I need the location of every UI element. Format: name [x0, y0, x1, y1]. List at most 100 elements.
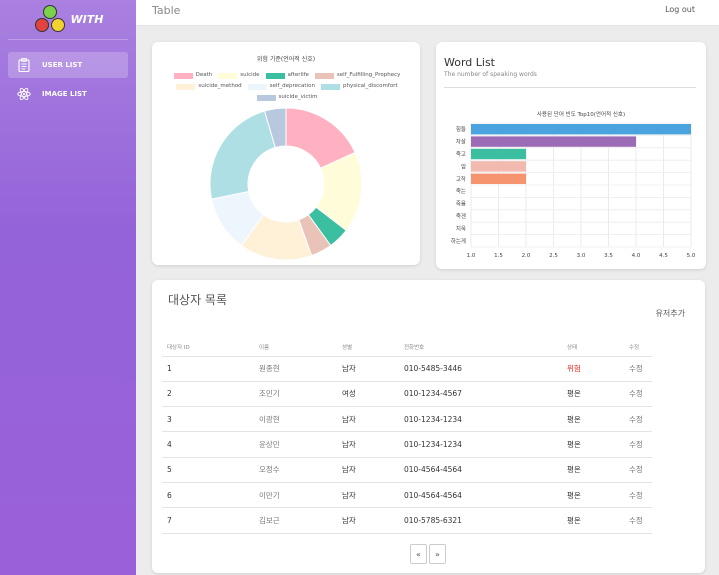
- cell-edit[interactable]: 수정: [624, 482, 652, 509]
- bar[interactable]: [471, 148, 526, 160]
- table-row: 6 이만기 남자 010-4564-4564 평온 수정: [162, 482, 652, 509]
- cell-edit[interactable]: 수정: [624, 507, 652, 534]
- table-row: 1 원종현 남자 010-5485-3446 위험 수정: [162, 356, 652, 382]
- cell-name: 윤상민: [254, 431, 337, 458]
- clipboard-icon: [16, 57, 32, 73]
- cell-phone: 010-4564-4564: [399, 457, 562, 483]
- logo[interactable]: WITH: [8, 0, 128, 40]
- logout-link[interactable]: Log out: [665, 5, 695, 14]
- cell-status: 평온: [562, 482, 624, 509]
- table-row: 5 오정수 남자 010-4564-4564 평온 수정: [162, 457, 652, 483]
- cell-gender: 남자: [337, 457, 399, 483]
- x-tick-label: 1.5: [494, 253, 503, 259]
- table-row: 4 윤상민 남자 010-1234-1234 평온 수정: [162, 431, 652, 458]
- word-list-card: Word List The number of speaking words 사…: [436, 42, 706, 269]
- add-user-button[interactable]: 유저추가: [656, 308, 685, 319]
- table-row: 3 이광현 남자 010-1234-1234 평온 수정: [162, 406, 652, 433]
- app-root: WITH USER LIST IMAGE LIST Table Log out …: [0, 0, 719, 575]
- y-tick-label: 죽고: [456, 151, 466, 158]
- cell-gender: 남자: [337, 356, 399, 382]
- donut-slice-physical-discomfort[interactable]: [209, 110, 276, 200]
- cell-status: 평온: [562, 457, 624, 483]
- cell-name: 김보근: [254, 507, 337, 534]
- cell-status: 위험: [562, 356, 624, 382]
- cell-phone: 010-1234-1234: [399, 431, 562, 458]
- risk-donut-card: 위험 기준(언어적 신호) Death suicide afterlife self_…: [152, 42, 420, 265]
- column-header: 대상자 ID: [162, 338, 254, 357]
- cell-id: 4: [162, 431, 254, 458]
- cell-gender: 남자: [337, 406, 399, 433]
- column-header: 수정: [624, 338, 652, 357]
- atom-icon: [16, 86, 32, 102]
- next-page-button[interactable]: »: [429, 544, 446, 564]
- sidebar-item-user-list[interactable]: USER LIST: [8, 52, 128, 78]
- cell-edit[interactable]: 수정: [624, 406, 652, 433]
- cell-name: 조민기: [254, 381, 337, 408]
- cell-phone: 010-5485-3446: [399, 356, 562, 382]
- y-tick-label: 암: [461, 162, 466, 170]
- cell-name: 이만기: [254, 482, 337, 509]
- logo-faces-icon: [33, 4, 67, 36]
- column-header: 상태: [562, 338, 624, 357]
- x-tick-label: 1.0: [467, 253, 476, 259]
- table-row: 2 조민기 여성 010-1234-4567 평온 수정: [162, 381, 652, 408]
- x-tick-label: 4.0: [632, 253, 641, 259]
- cell-id: 3: [162, 406, 254, 433]
- bar[interactable]: [471, 136, 636, 147]
- y-tick-label: 죽을: [456, 201, 466, 208]
- user-list-card: 대상자 목록 유저추가 대상자 ID 이름 성별 전화번호 상태 수정 1 원종현…: [152, 280, 705, 573]
- sidebar-item-image-list[interactable]: IMAGE LIST: [8, 81, 128, 107]
- user-list-title: 대상자 목록: [168, 293, 228, 307]
- x-tick-label: 5.0: [687, 253, 696, 259]
- cell-gender: 여성: [337, 381, 399, 408]
- cell-name: 이광현: [254, 406, 337, 433]
- cell-id: 7: [162, 507, 254, 534]
- sidebar-item-label: USER LIST: [42, 61, 83, 69]
- y-tick-label: 고작: [456, 176, 466, 183]
- bar[interactable]: [471, 161, 526, 172]
- x-tick-label: 4.5: [659, 253, 668, 259]
- table-row: 7 김보근 남자 010-5785-6321 평온 수정: [162, 507, 652, 534]
- donut-chart: [209, 107, 363, 261]
- cell-name: 원종현: [254, 356, 337, 382]
- cell-phone: 010-1234-1234: [399, 406, 562, 433]
- cell-id: 2: [162, 381, 254, 408]
- logo-text: WITH: [70, 13, 104, 26]
- column-header: 성별: [337, 338, 399, 357]
- y-tick-label: 힘들: [456, 125, 466, 133]
- cell-status: 평온: [562, 507, 624, 534]
- cell-id: 5: [162, 457, 254, 483]
- page-title: Table: [152, 4, 181, 17]
- x-tick-label: 3.0: [577, 253, 586, 259]
- cell-edit[interactable]: 수정: [624, 381, 652, 408]
- cell-status: 평온: [562, 381, 624, 408]
- cell-phone: 010-1234-4567: [399, 381, 562, 408]
- cell-edit[interactable]: 수정: [624, 457, 652, 483]
- x-tick-label: 3.5: [604, 253, 613, 259]
- cell-gender: 남자: [337, 507, 399, 534]
- cell-gender: 남자: [337, 431, 399, 458]
- top-bar: Table Log out: [136, 0, 719, 26]
- bar[interactable]: [471, 123, 691, 135]
- pagination: « »: [410, 544, 446, 564]
- x-tick-label: 2.0: [522, 253, 531, 259]
- sidebar-nav: USER LIST IMAGE LIST: [0, 52, 136, 107]
- cell-id: 6: [162, 482, 254, 509]
- y-tick-label: 하는게: [451, 237, 466, 245]
- cell-phone: 010-5785-6321: [399, 507, 562, 534]
- y-tick-label: 죽겐: [456, 212, 466, 220]
- cell-edit[interactable]: 수정: [624, 431, 652, 458]
- sidebar: WITH USER LIST IMAGE LIST: [0, 0, 136, 575]
- cell-phone: 010-4564-4564: [399, 482, 562, 509]
- cell-id: 1: [162, 356, 254, 382]
- prev-page-button[interactable]: «: [410, 544, 427, 564]
- y-tick-label: 죽는: [456, 188, 466, 195]
- x-tick-label: 2.5: [549, 253, 558, 259]
- table-header-row: 대상자 ID 이름 성별 전화번호 상태 수정: [162, 338, 652, 357]
- word-frequency-bar-chart: 1.0 1.5 2.0 2.5 3.0 3.5 4.0 4.5 5.0 힘들자살죽고암고작죽는죽을…: [451, 122, 696, 259]
- user-table: 대상자 ID 이름 성별 전화번호 상태 수정 1 원종현 남자 010-5485-3…: [162, 338, 652, 534]
- bar[interactable]: [471, 173, 526, 185]
- column-header: 전화번호: [399, 338, 562, 357]
- cell-edit[interactable]: 수정: [624, 356, 652, 382]
- cell-name: 오정수: [254, 457, 337, 483]
